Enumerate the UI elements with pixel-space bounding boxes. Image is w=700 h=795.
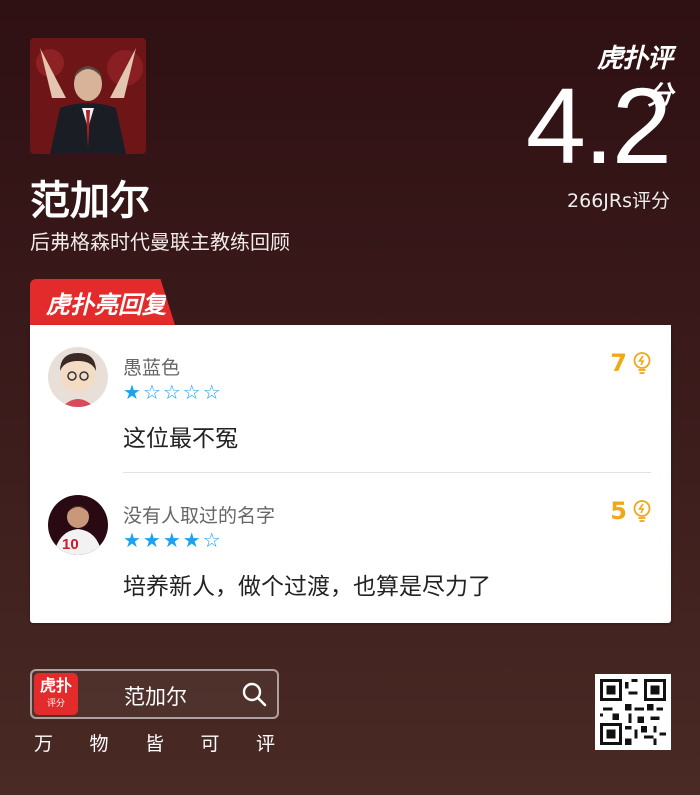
slogan-char: 评 [255, 733, 275, 755]
search-query[interactable]: 范加尔 [124, 681, 187, 711]
comment-stars: ★★★★☆ [123, 528, 223, 552]
avatar[interactable]: 10 [48, 495, 108, 555]
comment-item[interactable]: 愚蓝色 ★☆☆☆☆ 这位最不冤 7 [30, 325, 671, 473]
lightbulb-icon [633, 352, 651, 374]
slogan-char: 可 [200, 733, 220, 755]
app-logo-text: 虎扑 [39, 676, 72, 695]
comment-item[interactable]: 10 没有人取过的名字 ★★★★☆ 培养新人，做个过渡，也算是尽力了 5 [30, 473, 671, 623]
comment-username[interactable]: 没有人取过的名字 [123, 501, 275, 528]
slogan: 万 物 皆 可 评 [30, 729, 279, 756]
coach-photo [30, 38, 146, 154]
like-count: 7 [610, 349, 627, 377]
app-logo: 虎扑 评分 [34, 673, 78, 715]
rating-count: 266JRs评分 [567, 190, 670, 212]
subject-subtitle: 后弗格森时代曼联主教练回顾 [30, 230, 290, 254]
search-box[interactable]: 虎扑 评分 范加尔 [30, 669, 279, 719]
slogan-char: 物 [89, 733, 109, 755]
slogan-char: 皆 [144, 733, 164, 755]
svg-text:10: 10 [62, 536, 79, 553]
avatar[interactable] [48, 347, 108, 407]
comment-text: 培养新人，做个过渡，也算是尽力了 [123, 574, 491, 600]
comment-text: 这位最不冤 [123, 426, 238, 452]
rating-score: 4.2 [525, 65, 672, 186]
qr-code-icon [595, 674, 671, 750]
like-button[interactable]: 7 [610, 349, 651, 377]
subject-name: 范加尔 [30, 178, 150, 224]
comment-username[interactable]: 愚蓝色 [123, 353, 180, 380]
comments-card: 愚蓝色 ★☆☆☆☆ 这位最不冤 7 10 没有人取过的名字 ★★★★☆ 培养新人… [30, 325, 671, 623]
slogan-char: 万 [34, 733, 54, 755]
comment-stars: ★☆☆☆☆ [123, 380, 223, 404]
like-button[interactable]: 5 [610, 497, 651, 525]
app-logo-subtext: 评分 [46, 699, 65, 709]
like-count: 5 [610, 497, 627, 525]
reply-tab: 虎扑亮回复 [30, 279, 175, 325]
magnifier-icon[interactable] [241, 681, 267, 707]
lightbulb-icon [633, 500, 651, 522]
